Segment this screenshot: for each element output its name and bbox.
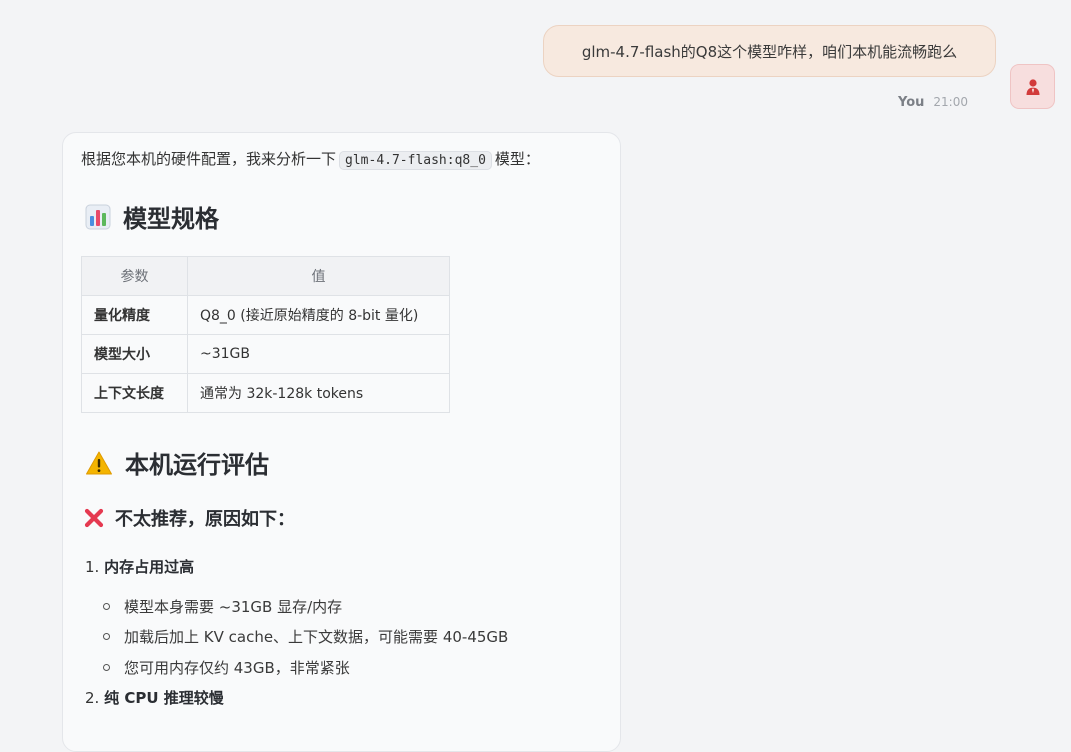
heading-text: 不太推荐，原因如下：: [115, 509, 295, 530]
bullet-item: 模型本身需要 ~31GB 显存/内存: [103, 596, 342, 617]
bullet-text: 加载后加上 KV cache、上下文数据，可能需要 40-45GB: [124, 628, 509, 646]
bullet-circle-icon: [103, 603, 110, 610]
table-row: 模型大小 ~31GB: [81, 334, 450, 374]
table-cell-value: 通常为 32k-128k tokens: [187, 373, 450, 413]
heading-model-specs: 模型规格: [85, 199, 219, 234]
bullet-item: 加载后加上 KV cache、上下文数据，可能需要 40-45GB: [103, 626, 508, 647]
warning-icon: [85, 450, 113, 476]
list-item: 1. 内存占用过高: [85, 556, 194, 577]
user-message-text: glm-4.7-flash的Q8这个模型咋样，咱们本机能流畅跑么: [581, 42, 958, 61]
table-row: 量化精度 Q8_0 (接近原始精度的 8-bit 量化): [81, 295, 450, 335]
bullet-circle-icon: [103, 664, 110, 671]
sender-name: You: [898, 95, 925, 110]
bullet-circle-icon: [103, 633, 110, 640]
assistant-message-card: 根据您本机的硬件配置，我来分析一下 glm-4.7-flash:q8_0 模型： 模…: [62, 132, 621, 752]
heading-evaluation: 本机运行评估: [85, 445, 269, 480]
model-spec-table: 参数 值 量化精度 Q8_0 (接近原始精度的 8-bit 量化) 模型大小 ~…: [81, 256, 450, 413]
intro-paragraph: 根据您本机的硬件配置，我来分析一下 glm-4.7-flash:q8_0 模型：: [81, 148, 540, 170]
table-header-value: 值: [187, 256, 450, 296]
list-item: 2. 纯 CPU 推理较慢: [85, 687, 224, 708]
list-item-title: 内存占用过高: [104, 558, 195, 576]
list-item-title: 纯 CPU 推理较慢: [104, 689, 224, 707]
cross-mark-icon: [83, 507, 105, 529]
table-header-param: 参数: [81, 256, 188, 296]
message-meta: You 21:00: [898, 95, 968, 110]
intro-text-end: 模型：: [494, 150, 540, 168]
table-cell-value: ~31GB: [187, 334, 450, 374]
table-cell-key: 上下文长度: [81, 373, 188, 413]
list-number: 2.: [85, 689, 100, 707]
bullet-item: 您可用内存仅约 43GB，非常紧张: [103, 657, 350, 678]
intro-text: 根据您本机的硬件配置，我来分析一下: [81, 150, 337, 168]
user-avatar[interactable]: [1010, 64, 1055, 109]
user-icon: [1024, 78, 1042, 96]
table-cell-key: 量化精度: [81, 295, 188, 335]
table-row: 上下文长度 通常为 32k-128k tokens: [81, 373, 450, 413]
bullet-text: 模型本身需要 ~31GB 显存/内存: [124, 598, 343, 616]
heading-text: 模型规格: [123, 205, 219, 233]
table-header-row: 参数 值: [81, 256, 450, 296]
user-message-bubble: glm-4.7-flash的Q8这个模型咋样，咱们本机能流畅跑么: [543, 25, 996, 77]
table-cell-value: Q8_0 (接近原始精度的 8-bit 量化): [187, 295, 450, 335]
message-time: 21:00: [933, 95, 968, 109]
bullet-text: 您可用内存仅约 43GB，非常紧张: [124, 659, 350, 677]
list-number: 1.: [85, 558, 100, 576]
table-cell-key: 模型大小: [81, 334, 188, 374]
heading-not-recommended: 不太推荐，原因如下：: [83, 505, 295, 531]
inline-code-model: glm-4.7-flash:q8_0: [339, 151, 492, 170]
bar-chart-icon: [85, 204, 111, 230]
heading-text: 本机运行评估: [125, 451, 269, 479]
